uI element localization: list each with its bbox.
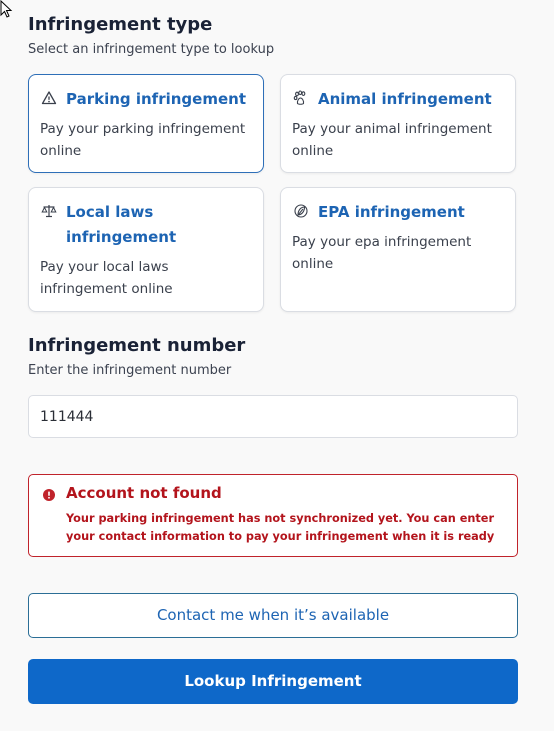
mouse-cursor-icon xyxy=(0,0,13,18)
infringement-type-heading: Infringement type xyxy=(28,14,213,35)
error-icon xyxy=(43,489,55,501)
parking-infringement-card[interactable]: Parking infringement Pay your parking in… xyxy=(28,74,264,173)
alert-message: Your parking infringement has not synchr… xyxy=(66,512,495,543)
infringement-number-heading: Infringement number xyxy=(28,335,246,356)
card-description: Pay your animal infringement online xyxy=(292,121,492,159)
card-title: Animal infringement xyxy=(318,90,492,108)
warning-triangle-icon xyxy=(41,91,57,105)
card-title: Parking infringement xyxy=(66,90,246,108)
card-description: Pay your local laws infringement online xyxy=(40,259,173,297)
card-title: Local laws infringement xyxy=(66,203,177,246)
card-title: EPA infringement xyxy=(318,203,465,221)
contact-me-button[interactable]: Contact me when it’s available xyxy=(28,593,518,638)
local-laws-infringement-card[interactable]: Local laws infringement Pay your local l… xyxy=(28,187,264,312)
card-description: Pay your parking infringement online xyxy=(40,121,246,159)
paw-icon xyxy=(293,90,306,105)
card-description: Pay your epa infringement online xyxy=(292,234,472,272)
lookup-infringement-button[interactable]: Lookup Infringement xyxy=(28,659,518,704)
alert-title: Account not found xyxy=(66,484,222,502)
animal-infringement-card[interactable]: Animal infringement Pay your animal infr… xyxy=(280,74,516,173)
infringement-type-subtitle: Select an infringement type to lookup xyxy=(28,42,275,57)
infringement-number-subtitle: Enter the infringement number xyxy=(28,363,232,378)
epa-infringement-card[interactable]: EPA infringement Pay your epa infringeme… xyxy=(280,187,516,312)
leaf-icon xyxy=(294,204,308,218)
scales-icon xyxy=(41,205,57,218)
account-not-found-alert: Account not found Your parking infringem… xyxy=(28,474,518,557)
infringement-number-input[interactable] xyxy=(28,395,518,438)
